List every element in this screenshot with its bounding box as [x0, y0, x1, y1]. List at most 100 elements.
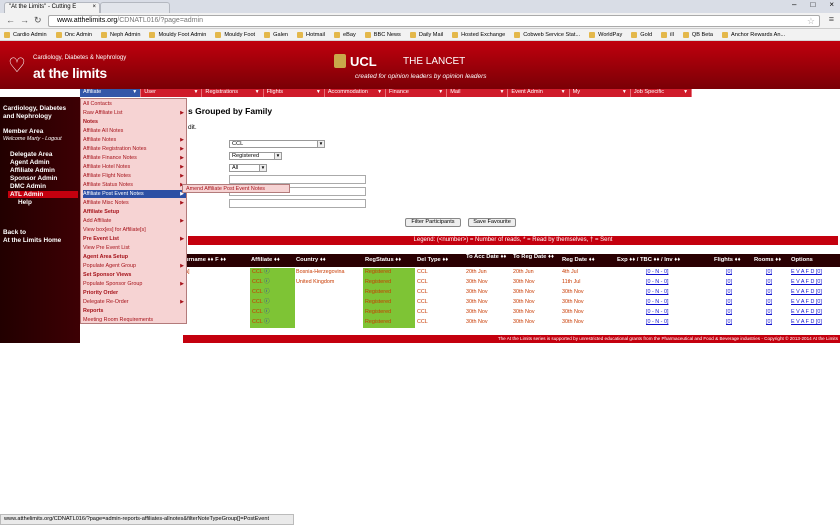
- logo-title[interactable]: at the limits: [33, 65, 107, 81]
- bookmark-item[interactable]: Hosted Exchange: [452, 31, 505, 38]
- dropdown-menu-item[interactable]: Populate Agent Group ▶: [83, 262, 186, 270]
- table-header-cell[interactable]: Options: [791, 257, 813, 263]
- dropdown-menu-item[interactable]: All Contacts: [83, 100, 186, 108]
- url-input[interactable]: www.atthelimits.org/CDNATL016/?page=admi…: [48, 15, 820, 27]
- table-header-cell[interactable]: Del Type ♦♦: [417, 257, 448, 263]
- dropdown-menu-item[interactable]: Delegate Re-Order ▶: [83, 298, 186, 306]
- bookmark-item[interactable]: Galen: [264, 31, 288, 38]
- flights-link[interactable]: [0]: [726, 319, 732, 326]
- sidebar-back[interactable]: Back to: [3, 229, 26, 236]
- table-header-cell[interactable]: Affiliate ♦♦: [251, 257, 280, 263]
- close-window-icon[interactable]: ×: [829, 0, 834, 12]
- star-icon[interactable]: ☆: [807, 16, 815, 27]
- maximize-icon[interactable]: □: [810, 0, 815, 12]
- bookmark-item[interactable]: Mouldy Foot: [215, 31, 255, 38]
- browser-tab[interactable]: "At the Limits" - Cutting E ×: [4, 2, 100, 13]
- bookmark-item[interactable]: Onc Admin: [55, 31, 92, 38]
- dropdown-menu-item[interactable]: Reports: [83, 307, 186, 315]
- dropdown-menu-item[interactable]: Raw Affiliate List ▶: [83, 109, 186, 117]
- sidebar-item-dmc-admin[interactable]: DMC Admin: [10, 183, 46, 190]
- sidebar-home-link[interactable]: At the Limits Home: [3, 237, 61, 244]
- info-icon[interactable]: ⓘ: [263, 309, 269, 315]
- dropdown-menu-item[interactable]: Affiliate Registration Notes ▶: [83, 145, 186, 153]
- options-links[interactable]: E V A F D [0]: [791, 269, 822, 276]
- table-header-cell[interactable]: Reg Date ♦♦: [562, 257, 595, 263]
- dropdown-menu-item[interactable]: Affiliate Status Notes▶: [83, 181, 186, 189]
- top-menu-item[interactable]: Event Admin ▼: [508, 89, 570, 97]
- dropdown-menu-item[interactable]: Set Sponsor Views: [83, 271, 186, 279]
- table-header-cell[interactable]: Country ♦♦: [296, 257, 326, 263]
- dropdown-menu-item[interactable]: View Pre Event List: [83, 244, 186, 252]
- bookmark-item[interactable]: BBC News: [364, 31, 401, 38]
- options-links[interactable]: E V A F D [0]: [791, 299, 822, 306]
- exp-tbc-inv-link[interactable]: [0 - N - 0]: [646, 299, 668, 306]
- options-links[interactable]: E V A F D [0]: [791, 279, 822, 286]
- table-header-cell[interactable]: RegStatus ♦♦: [365, 257, 401, 263]
- save-favourite-button[interactable]: Save Favourite: [468, 218, 516, 227]
- affiliate-cell[interactable]: CCL ⓘ: [250, 308, 295, 318]
- table-header-cell[interactable]: urname ♦♦ F ♦♦: [185, 257, 226, 263]
- minimize-icon[interactable]: –: [792, 0, 796, 12]
- affiliate-cell[interactable]: CCL ⓘ: [250, 318, 295, 328]
- affiliate-cell[interactable]: CCL ⓘ: [250, 288, 295, 298]
- flights-link[interactable]: [0]: [726, 299, 732, 306]
- table-header-cell[interactable]: To Reg Date ♦♦: [513, 254, 557, 260]
- options-links[interactable]: E V A F D [0]: [791, 309, 822, 316]
- dropdown-menu-item[interactable]: Affiliate Flight Notes ▶: [83, 172, 186, 180]
- dropdown-menu-item[interactable]: Affiliate Finance Notes ▶: [83, 154, 186, 162]
- bookmark-item[interactable]: eBay: [334, 31, 356, 38]
- exp-tbc-inv-link[interactable]: [0 - N - 0]: [646, 309, 668, 316]
- dropdown-menu-item[interactable]: Affiliate Misc Notes ▶: [83, 199, 186, 207]
- flights-link[interactable]: [0]: [726, 289, 732, 296]
- exp-tbc-inv-link[interactable]: [0 - N - 0]: [646, 319, 668, 326]
- flights-link[interactable]: [0]: [726, 309, 732, 316]
- flights-link[interactable]: [0]: [726, 269, 732, 276]
- affiliate-cell[interactable]: CCL ⓘ: [250, 268, 295, 278]
- type-select[interactable]: All ▼: [229, 164, 267, 172]
- sidebar-welcome[interactable]: Welcome Marty - Logout: [3, 136, 62, 142]
- sidebar-item-sponsor-admin[interactable]: Sponsor Admin: [10, 175, 57, 182]
- back-arrow-icon[interactable]: ←: [6, 15, 15, 25]
- top-menu-item[interactable]: Accommodation ▼: [325, 89, 387, 97]
- table-header-cell[interactable]: To Acc Date ♦♦: [466, 254, 510, 260]
- bookmark-item[interactable]: Mouldy Foot Admin: [149, 31, 206, 38]
- exp-tbc-inv-link[interactable]: [0 - N - 0]: [646, 269, 668, 276]
- dropdown-menu-item[interactable]: View box[es] for Affiliate[s]: [83, 226, 186, 234]
- bookmark-item[interactable]: QB Beta: [682, 31, 713, 38]
- top-menu-item[interactable]: Registrations ▼: [202, 89, 264, 97]
- table-header-cell[interactable]: Exp ♦♦ / TBC ♦♦ / Inv ♦♦: [617, 257, 680, 263]
- dropdown-menu-item[interactable]: Add Affiliate ▶: [83, 217, 186, 225]
- top-menu-item[interactable]: User ▼: [141, 89, 203, 97]
- dropdown-menu-item[interactable]: Notes: [83, 118, 186, 126]
- dropdown-menu-item[interactable]: Agent Area Setup: [83, 253, 186, 261]
- options-links[interactable]: E V A F D [0]: [791, 289, 822, 296]
- sidebar-item-agent-admin[interactable]: Agent Admin: [10, 159, 50, 166]
- info-icon[interactable]: ⓘ: [263, 319, 269, 325]
- table-header-cell[interactable]: Rooms ♦♦: [754, 257, 781, 263]
- filter-participants-button[interactable]: Filter Participants: [405, 218, 461, 227]
- bookmark-item[interactable]: WorldPay: [589, 31, 622, 38]
- rooms-link[interactable]: [0]: [766, 319, 772, 326]
- forward-arrow-icon[interactable]: →: [20, 15, 29, 25]
- bookmark-item[interactable]: ill: [661, 31, 674, 38]
- info-icon[interactable]: ⓘ: [263, 299, 269, 305]
- menu-icon[interactable]: ≡: [829, 14, 834, 24]
- dropdown-menu-item[interactable]: Affiliate Setup: [83, 208, 186, 216]
- sidebar-item-affiliate-admin[interactable]: Affiliate Admin: [10, 167, 55, 174]
- bookmark-item[interactable]: Daily Mail: [409, 31, 443, 38]
- filter-input-3[interactable]: [229, 199, 366, 208]
- dropdown-menu-item[interactable]: Meeting Room Requirements: [83, 316, 186, 324]
- exp-tbc-inv-link[interactable]: [0 - N - 0]: [646, 279, 668, 286]
- info-icon[interactable]: ⓘ: [263, 289, 269, 295]
- options-links[interactable]: E V A F D [0]: [791, 319, 822, 326]
- status-select[interactable]: Registered ▼: [229, 152, 282, 160]
- dropdown-menu-item[interactable]: Populate Sponsor Group ▶: [83, 280, 186, 288]
- bookmark-item[interactable]: Cardio Admin: [4, 31, 47, 38]
- affiliate-select[interactable]: CCL ▼: [229, 140, 325, 148]
- bookmark-item[interactable]: Hotmail: [297, 31, 325, 38]
- bookmark-item[interactable]: Neph Admin: [100, 31, 140, 38]
- exp-tbc-inv-link[interactable]: [0 - N - 0]: [646, 289, 668, 296]
- dropdown-menu-item[interactable]: Affiliate All Notes: [83, 127, 186, 135]
- rooms-link[interactable]: [0]: [766, 289, 772, 296]
- sidebar-item-delegate-area[interactable]: Delegate Area: [10, 151, 52, 158]
